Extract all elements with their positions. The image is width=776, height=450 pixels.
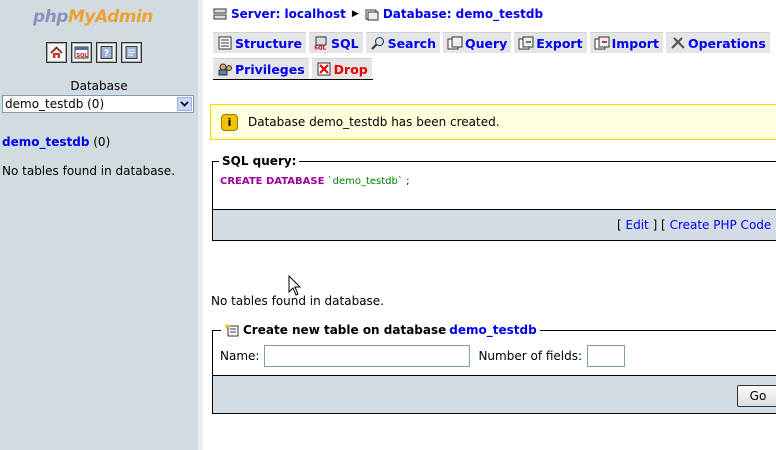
navigation-frame: phpMyAdmin SQL ? Database demo_testdb (0… [0, 0, 198, 450]
tab-structure[interactable]: Structure [213, 32, 306, 53]
structure-icon [218, 36, 232, 50]
sql-query-box: SQL query: CREATE DATABASE `demo_testdb`… [212, 154, 776, 241]
new-table-icon [224, 323, 239, 337]
info-icon: i [221, 113, 238, 131]
tab-sql[interactable]: SQL SQL [308, 32, 363, 53]
sidebar-empty-text: No tables found in database. [2, 164, 176, 178]
breadcrumb-separator-icon: ▶ [351, 9, 359, 19]
tab-bar-row1: Structure SQL SQL Search Query Export Im… [213, 32, 770, 53]
create-table-form: Create new table on database demo_testdb… [212, 323, 776, 414]
tab-bar-row2: Privileges Drop [213, 58, 372, 79]
sql-query-icon[interactable]: SQL [71, 42, 92, 63]
search-icon [370, 37, 384, 50]
privileges-icon [218, 63, 232, 76]
sql-query-actions: [ Edit ] [ Create PHP Code [213, 209, 776, 240]
query-icon [447, 36, 463, 50]
tab-import[interactable]: Import [589, 32, 663, 53]
create-php-code-link[interactable]: Create PHP Code [670, 218, 772, 232]
database-select-value: demo_testdb (0) [5, 97, 105, 111]
create-table-db-name: demo_testdb [449, 323, 537, 337]
database-icon [365, 9, 379, 20]
sql-query-code: CREATE DATABASE `demo_testdb` ; [220, 176, 410, 187]
sql-icon: SQL [314, 36, 327, 51]
database-label: Database [70, 79, 128, 93]
go-button[interactable]: Go [737, 385, 776, 407]
success-notice: i Database demo_testdb has been created. [210, 104, 776, 140]
docs-icon[interactable] [121, 42, 142, 63]
tab-drop[interactable]: Drop [311, 58, 372, 79]
sql-query-legend: SQL query: [219, 154, 300, 168]
notice-message: Database demo_testdb has been created. [248, 115, 500, 129]
tab-operations[interactable]: Operations [665, 32, 770, 53]
import-icon [594, 36, 610, 50]
tab-search[interactable]: Search [365, 32, 440, 53]
fields-label: Number of fields: [478, 349, 583, 363]
tab-export[interactable]: Export [514, 32, 587, 53]
breadcrumb-server[interactable]: Server: localhost [231, 7, 346, 21]
help-icon[interactable]: ? [96, 42, 117, 63]
svg-text:SQL: SQL [77, 53, 89, 59]
tab-query[interactable]: Query [442, 32, 512, 53]
create-table-fields: Name: Number of fields: [220, 345, 626, 367]
tab-privileges[interactable]: Privileges [213, 58, 309, 79]
chevron-down-icon[interactable] [177, 97, 192, 111]
edit-link[interactable]: Edit [626, 218, 649, 232]
frame-divider[interactable] [198, 0, 203, 450]
tab-underline [213, 79, 373, 80]
home-icon[interactable] [46, 42, 67, 63]
sidebar-db-entry: demo_testdb (0) [2, 135, 110, 149]
name-label: Name: [220, 349, 260, 363]
drop-icon [317, 62, 331, 76]
quick-links: SQL ? [46, 42, 142, 63]
database-select[interactable]: demo_testdb (0) [2, 95, 194, 113]
create-table-footer: Go [213, 375, 776, 413]
number-of-fields-input[interactable] [587, 345, 626, 367]
sidebar-db-link[interactable]: demo_testdb [2, 135, 89, 149]
mouse-cursor-icon [288, 275, 302, 296]
operations-icon [671, 37, 685, 49]
phpmyadmin-logo[interactable]: phpMyAdmin [33, 7, 153, 27]
breadcrumb: Server: localhost ▶ Database: demo_testd… [213, 7, 543, 21]
svg-text:?: ? [104, 49, 109, 59]
breadcrumb-database[interactable]: Database: demo_testdb [383, 7, 543, 21]
server-icon [213, 8, 227, 19]
sidebar-db-count: (0) [93, 135, 111, 149]
create-table-legend: Create new table on database demo_testdb [221, 323, 540, 337]
export-icon [518, 36, 534, 50]
table-name-input[interactable] [264, 345, 471, 367]
svg-text:SQL: SQL [314, 46, 327, 51]
